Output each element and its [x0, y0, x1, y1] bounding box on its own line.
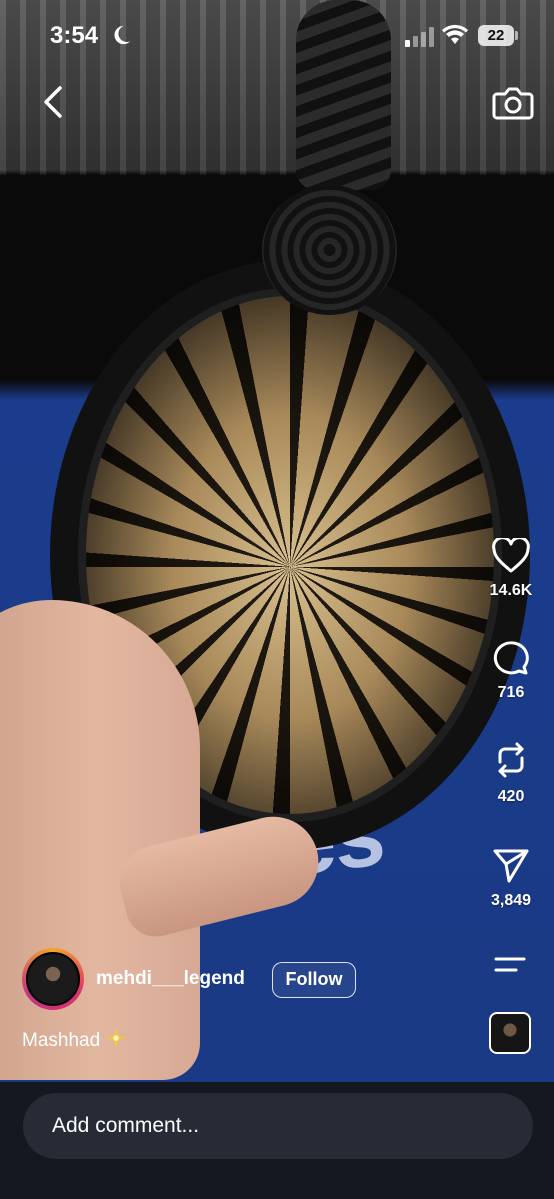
like-count: 14.6K — [489, 582, 533, 599]
repost-action[interactable]: 420 — [476, 740, 546, 806]
heart-icon — [492, 538, 530, 573]
comment-action[interactable]: 716 — [476, 640, 546, 702]
repost-icon — [498, 742, 524, 778]
username[interactable]: mehdi___legend — [96, 968, 245, 990]
repost-count: 420 — [497, 788, 525, 805]
caption[interactable]: Mashhad — [22, 1027, 127, 1052]
add-comment-input[interactable]: Add comment... — [23, 1093, 533, 1159]
avatar-image — [26, 952, 80, 1006]
reel-video[interactable]: mirates — [0, 0, 554, 1082]
signal-icon — [405, 27, 434, 47]
wifi-icon — [442, 24, 468, 44]
share-count: 3,849 — [490, 892, 532, 909]
moon-icon — [114, 25, 131, 45]
comment-count: 716 — [497, 684, 525, 701]
follow-button[interactable]: Follow — [272, 962, 356, 998]
sparkle-icon — [106, 1027, 127, 1049]
back-button[interactable] — [34, 82, 74, 122]
audio-thumbnail[interactable] — [489, 1012, 531, 1054]
braid-bun — [262, 185, 397, 315]
like-action[interactable]: 14.6K — [476, 538, 546, 600]
avatar[interactable] — [22, 948, 84, 1010]
send-icon — [493, 849, 529, 883]
caption-text: Mashhad — [22, 1030, 101, 1051]
comment-icon — [493, 641, 529, 675]
braid-ponytail — [296, 0, 391, 190]
more-options-button[interactable] — [492, 955, 528, 975]
camera-button[interactable] — [492, 82, 534, 122]
battery-cap — [515, 31, 518, 40]
share-action[interactable]: 3,849 — [476, 846, 546, 910]
status-time: 3:54 — [50, 22, 99, 49]
battery-icon: 22 — [478, 25, 514, 46]
